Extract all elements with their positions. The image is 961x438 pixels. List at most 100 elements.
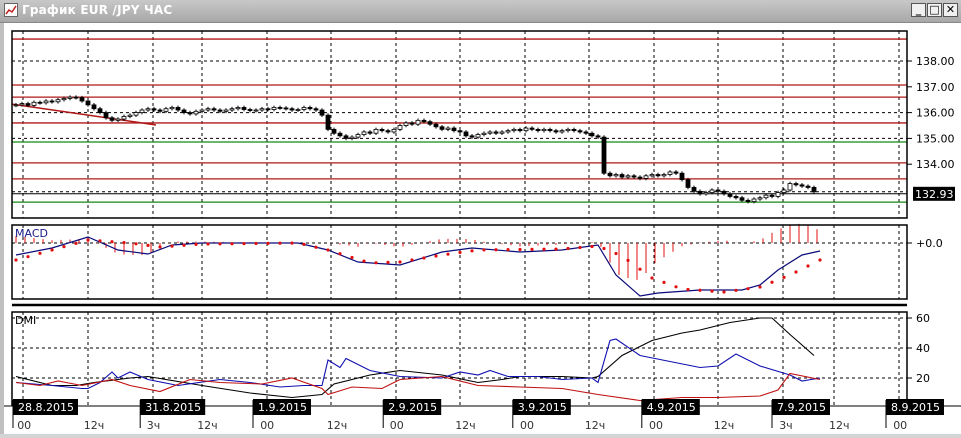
macd-panel bbox=[14, 223, 822, 297]
signal-dot bbox=[734, 288, 738, 292]
candle bbox=[211, 106, 217, 112]
price-tick-label: 138.00 bbox=[916, 55, 955, 68]
signal-dot bbox=[602, 246, 606, 251]
signal-dot bbox=[278, 241, 282, 245]
candle bbox=[187, 110, 193, 116]
candle-body bbox=[253, 109, 259, 112]
candle-body bbox=[763, 194, 769, 199]
price-tick-label: 137.00 bbox=[916, 81, 955, 94]
candle-body bbox=[409, 122, 415, 125]
signal-dot bbox=[326, 248, 330, 252]
signal-dot bbox=[350, 255, 354, 260]
candle-body bbox=[619, 174, 625, 178]
hour-label: 00 bbox=[520, 419, 534, 432]
dmi-tick-label: 60 bbox=[916, 312, 930, 325]
candle-body bbox=[169, 107, 175, 110]
date-label: 2.9.2015 bbox=[388, 401, 437, 414]
candle-body bbox=[463, 131, 469, 137]
candle-body bbox=[553, 130, 559, 133]
candle-body bbox=[421, 119, 427, 123]
candle-body bbox=[181, 109, 187, 113]
hour-label: 00 bbox=[893, 419, 907, 432]
candle bbox=[403, 121, 409, 128]
signal-dot bbox=[482, 248, 486, 252]
candle bbox=[733, 194, 739, 200]
candle-body bbox=[697, 190, 703, 195]
candle-body bbox=[205, 108, 211, 111]
candle bbox=[445, 126, 451, 132]
date-label: 28.8.2015 bbox=[18, 401, 74, 414]
candle bbox=[271, 105, 277, 112]
candle-body bbox=[235, 107, 241, 110]
candle-body bbox=[799, 184, 805, 187]
candle bbox=[169, 105, 175, 111]
candle bbox=[73, 95, 79, 100]
candle bbox=[601, 135, 607, 176]
candle-body bbox=[631, 175, 637, 178]
plus-di-line bbox=[15, 338, 821, 390]
candle-body bbox=[547, 128, 553, 132]
candle-body bbox=[487, 131, 493, 134]
candle-body bbox=[667, 171, 673, 175]
candle-body bbox=[79, 97, 85, 102]
signal-dot bbox=[14, 258, 18, 262]
candle bbox=[325, 113, 331, 132]
candle-body bbox=[343, 135, 349, 139]
candle bbox=[193, 109, 199, 116]
candle-body bbox=[739, 197, 745, 201]
candle bbox=[739, 195, 745, 203]
signal-dot bbox=[446, 252, 450, 256]
hour-label: 3ч bbox=[779, 419, 793, 432]
candle-body bbox=[775, 192, 781, 197]
candle bbox=[529, 126, 535, 132]
candle bbox=[313, 106, 319, 112]
candle bbox=[49, 99, 55, 104]
candle-body bbox=[391, 128, 397, 133]
signal-dot bbox=[410, 258, 414, 262]
candle bbox=[361, 130, 367, 137]
macd-line bbox=[15, 236, 821, 297]
candle-body bbox=[703, 192, 709, 195]
hour-label: 12ч bbox=[327, 419, 348, 432]
candle bbox=[259, 106, 265, 112]
candle-body bbox=[61, 98, 67, 101]
candle bbox=[277, 105, 283, 110]
signal-dot bbox=[686, 287, 690, 292]
candle-body bbox=[337, 132, 343, 137]
candle bbox=[91, 103, 97, 111]
hour-label: 00 bbox=[17, 419, 31, 432]
candle-body bbox=[565, 128, 571, 132]
candle-body bbox=[571, 128, 577, 132]
candle bbox=[145, 106, 151, 112]
candle bbox=[757, 195, 763, 201]
candle-body bbox=[727, 193, 733, 197]
hour-label: 12ч bbox=[585, 419, 606, 432]
candle bbox=[175, 105, 181, 112]
candle bbox=[625, 174, 631, 179]
candle bbox=[565, 127, 571, 133]
hour-label: 00 bbox=[260, 419, 274, 432]
candle-body bbox=[577, 130, 583, 133]
candle bbox=[577, 128, 583, 134]
panel-frames bbox=[4, 30, 961, 407]
candle-body bbox=[19, 103, 25, 106]
candle-body bbox=[655, 174, 661, 177]
candle-body bbox=[49, 100, 55, 103]
candle bbox=[205, 106, 211, 112]
candle bbox=[535, 127, 541, 133]
signal-dot bbox=[26, 255, 30, 259]
candle bbox=[607, 171, 613, 178]
candle-body bbox=[175, 107, 181, 111]
candle bbox=[457, 128, 463, 134]
candle-body bbox=[115, 118, 121, 121]
candle-body bbox=[247, 109, 253, 111]
candle-body bbox=[55, 99, 61, 103]
chart-canvas[interactable]: 138.00 137.00 136.00 135.00 134.00 132.93 +0.0… bbox=[0, 0, 961, 438]
signal-dot bbox=[590, 244, 594, 249]
candle bbox=[379, 127, 385, 133]
candle-body bbox=[475, 134, 481, 138]
signal-dot bbox=[290, 241, 294, 245]
candle bbox=[37, 100, 43, 105]
candle bbox=[727, 192, 733, 199]
signal-dot bbox=[710, 289, 714, 293]
